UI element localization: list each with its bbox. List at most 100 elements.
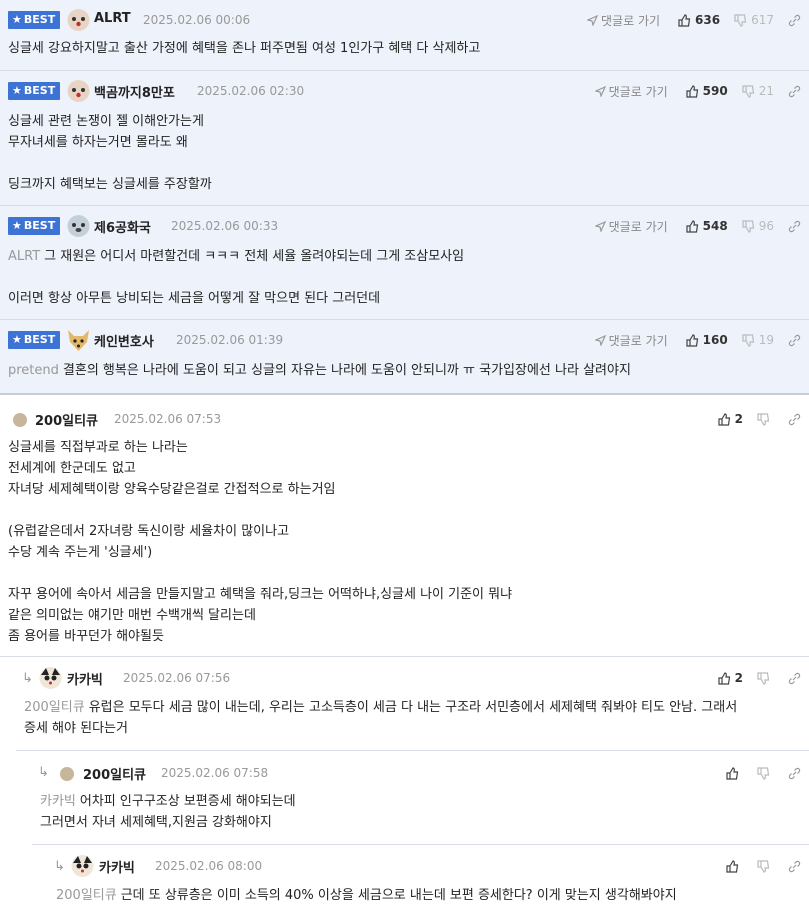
- link-icon: [788, 220, 801, 232]
- thumbs-down-icon: [757, 859, 770, 873]
- mention-tag[interactable]: pretend: [8, 363, 59, 378]
- best-badge: ★ BEST: [8, 331, 61, 349]
- upvote-button[interactable]: 2: [718, 412, 743, 426]
- mention-tag[interactable]: ALRT: [8, 249, 40, 264]
- send-icon: [594, 334, 606, 346]
- avatar[interactable]: [60, 767, 74, 781]
- share-link-button[interactable]: [788, 220, 801, 233]
- link-icon: [788, 860, 801, 872]
- author-name[interactable]: 카카빅: [99, 857, 135, 876]
- comment-date: 2025.02.06 08:00: [155, 859, 263, 873]
- comment-text: 싱글세 관련 논쟁이 젤 이해안가는게 무자녀세를 하자는거면 몰라도 왜 딩크…: [8, 114, 212, 192]
- downvote-button[interactable]: 96: [742, 219, 774, 233]
- avatar[interactable]: [70, 854, 95, 878]
- link-icon: [788, 413, 801, 425]
- share-link-button[interactable]: [788, 860, 801, 873]
- thumbs-down-icon: [742, 84, 754, 98]
- downvote-button[interactable]: [757, 671, 774, 685]
- reply-link[interactable]: 댓글로 가기: [594, 218, 668, 235]
- link-icon: [788, 672, 801, 684]
- thumbs-down-icon: [757, 671, 770, 685]
- comment-reply-item: ↳ 카카빅 2025.02.06 07:56 2 200일티큐 유럽은 모두다 세…: [16, 657, 809, 751]
- mention-tag[interactable]: 200일티큐: [24, 700, 85, 715]
- author-name[interactable]: 카카빅: [67, 669, 103, 688]
- author-name[interactable]: ALRT: [94, 11, 131, 26]
- star-icon: ★: [12, 84, 22, 97]
- reply-arrow-icon: ↳: [22, 671, 33, 686]
- share-link-button[interactable]: [788, 85, 801, 98]
- comment-text: pretend 결혼의 행복은 나라에 도움이 되고 싱글의 자유는 나라에 도움…: [8, 363, 631, 378]
- downvote-button[interactable]: [757, 412, 774, 426]
- upvote-button[interactable]: 160: [686, 333, 728, 347]
- comment-text: 200일티큐 근데 또 상류층은 이미 소득의 40% 이상을 세금으로 내는데 …: [56, 888, 677, 903]
- upvote-button[interactable]: [726, 766, 743, 780]
- avatar[interactable]: [66, 79, 91, 103]
- upvote-button[interactable]: 2: [718, 671, 743, 685]
- comment-item: 200일티큐 2025.02.06 07:53 2 싱글세를 직접부과로 하는 …: [0, 395, 809, 657]
- upvote-button[interactable]: [726, 859, 743, 873]
- thumbs-up-icon: [718, 671, 730, 685]
- link-icon: [788, 85, 801, 97]
- reply-link[interactable]: 댓글로 가기: [594, 332, 668, 349]
- link-icon: [788, 14, 801, 26]
- link-icon: [788, 334, 801, 346]
- thumbs-down-icon: [742, 219, 754, 233]
- link-icon: [788, 767, 801, 779]
- downvote-button[interactable]: [757, 766, 774, 780]
- reply-link[interactable]: 댓글로 가기: [594, 83, 668, 100]
- share-link-button[interactable]: [788, 334, 801, 347]
- thumbs-up-icon: [726, 859, 739, 873]
- comment-date: 2025.02.06 07:53: [114, 412, 222, 426]
- upvote-button[interactable]: 548: [686, 219, 728, 233]
- avatar[interactable]: [66, 214, 91, 238]
- comment-date: 2025.02.06 02:30: [197, 84, 305, 98]
- star-icon: ★: [12, 13, 22, 26]
- comment-date: 2025.02.06 00:33: [171, 219, 279, 233]
- reply-link[interactable]: 댓글로 가기: [587, 12, 660, 29]
- author-name[interactable]: 200일티큐: [35, 410, 98, 429]
- share-link-button[interactable]: [788, 413, 801, 426]
- thumbs-down-icon: [757, 766, 770, 780]
- avatar[interactable]: [13, 413, 27, 427]
- star-icon: ★: [12, 333, 22, 346]
- comment-text: 200일티큐 유럽은 모두다 세금 많이 내는데, 우리는 고소득층이 세금 다 …: [24, 700, 738, 736]
- comment-item: ★ BEST 케인변호사 2025.02.06 01:39 댓글로 가기 160 …: [0, 320, 809, 395]
- author-name[interactable]: 백곰까지8만포: [94, 82, 175, 101]
- thumbs-down-icon: [742, 333, 754, 347]
- avatar[interactable]: [66, 328, 91, 352]
- thumbs-up-icon: [678, 13, 691, 27]
- send-icon: [594, 220, 606, 232]
- reply-arrow-icon: ↳: [38, 765, 49, 780]
- downvote-button[interactable]: 21: [742, 84, 774, 98]
- downvote-button[interactable]: 19: [742, 333, 774, 347]
- author-name[interactable]: 케인변호사: [94, 331, 154, 350]
- author-name[interactable]: 제6공화국: [94, 217, 151, 236]
- upvote-button[interactable]: 636: [678, 13, 720, 27]
- thumbs-up-icon: [686, 333, 698, 347]
- comment-date: 2025.02.06 00:06: [143, 13, 251, 27]
- share-link-button[interactable]: [788, 767, 801, 780]
- author-name[interactable]: 200일티큐: [83, 764, 146, 783]
- mention-tag[interactable]: 카카빅: [40, 794, 76, 809]
- thumbs-up-icon: [686, 84, 698, 98]
- comment-text: 카카빅 어차피 인구구조상 보편증세 해야되는데 그러면서 자녀 세제혜택,지원금…: [40, 794, 296, 830]
- send-icon: [594, 85, 606, 97]
- comment-reply-item: ↳ 카카빅 2025.02.06 08:00 200일티큐 근데 또 상류층은 이…: [48, 845, 809, 919]
- send-icon: [587, 14, 599, 26]
- best-badge: ★ BEST: [8, 217, 61, 235]
- avatar[interactable]: [66, 8, 91, 32]
- thumbs-up-icon: [686, 219, 698, 233]
- downvote-button[interactable]: [757, 859, 774, 873]
- thumbs-up-icon: [726, 766, 739, 780]
- share-link-button[interactable]: [788, 14, 801, 27]
- mention-tag[interactable]: 200일티큐: [56, 888, 117, 903]
- downvote-button[interactable]: 617: [734, 13, 774, 27]
- comment-text: ALRT 그 재원은 어디서 마련할건데 ㅋㅋㅋ 전체 세율 올려야되는데 그게 …: [8, 249, 465, 306]
- upvote-button[interactable]: 590: [686, 84, 728, 98]
- avatar[interactable]: [38, 666, 63, 690]
- share-link-button[interactable]: [788, 672, 801, 685]
- comment-date: 2025.02.06 01:39: [176, 333, 284, 347]
- comment-item: ★ BEST 제6공화국 2025.02.06 00:33 댓글로 가기 548 …: [0, 206, 809, 320]
- reply-arrow-icon: ↳: [54, 859, 65, 874]
- best-badge: ★ BEST: [8, 82, 61, 100]
